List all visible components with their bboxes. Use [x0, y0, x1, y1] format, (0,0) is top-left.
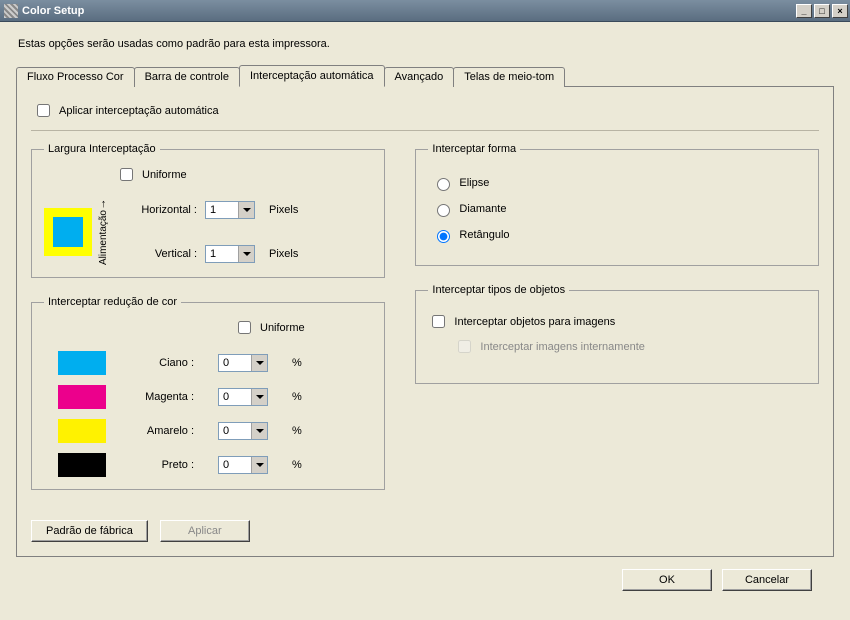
reduction-group: Interceptar redução de cor Uniforme Cian…: [31, 296, 385, 490]
tab-auto-trap[interactable]: Interceptação automática: [239, 65, 385, 87]
black-swatch: [58, 453, 106, 477]
cyan-unit: %: [292, 357, 302, 369]
right-column: Interceptar forma Elipse Diamante Retâng…: [415, 143, 819, 384]
yellow-unit: %: [292, 425, 302, 437]
trap-internal-label: Interceptar imagens internamente: [480, 341, 644, 353]
tab-panel-auto-trap: Aplicar interceptação automática Largura…: [16, 87, 834, 557]
tab-bar: Fluxo Processo Cor Barra de controle Int…: [16, 64, 834, 87]
window-title: Color Setup: [22, 5, 796, 17]
width-uniform-checkbox[interactable]: [120, 168, 133, 181]
black-label: Preto :: [130, 459, 194, 471]
tab-advanced[interactable]: Avançado: [384, 67, 455, 87]
titlebar: Color Setup _ □ ×: [0, 0, 850, 22]
apply-button[interactable]: Aplicar: [160, 520, 250, 542]
magenta-combo[interactable]: 0: [218, 388, 268, 406]
black-value: 0: [223, 459, 229, 471]
vertical-label: Vertical :: [129, 248, 197, 260]
tab-halftone[interactable]: Telas de meio-tom: [453, 67, 565, 87]
yellow-row: Amarelo : 0 %: [44, 419, 372, 443]
black-combo[interactable]: 0: [218, 456, 268, 474]
panel-button-row: Padrão de fábrica Aplicar: [31, 520, 250, 542]
shape-rectangle-label: Retângulo: [459, 229, 509, 241]
width-uniform-label: Uniforme: [142, 169, 187, 181]
yellow-value: 0: [223, 425, 229, 437]
chevron-down-icon: [238, 202, 254, 218]
ok-button[interactable]: OK: [622, 569, 712, 591]
chevron-down-icon: [251, 355, 267, 371]
dialog-content: Estas opções serão usadas como padrão pa…: [0, 22, 850, 601]
chevron-down-icon: [238, 246, 254, 262]
feed-direction-label: Alimentação: [98, 210, 109, 265]
tab-control-bar[interactable]: Barra de controle: [134, 67, 240, 87]
cyan-combo[interactable]: 0: [218, 354, 268, 372]
shape-group: Interceptar forma Elipse Diamante Retâng…: [415, 143, 819, 266]
black-row: Preto : 0 %: [44, 453, 372, 477]
magenta-value: 0: [223, 391, 229, 403]
objects-group: Interceptar tipos de objetos Interceptar…: [415, 284, 819, 384]
window-controls: _ □ ×: [796, 4, 848, 18]
feed-arrow-icon: ↑: [101, 198, 107, 210]
shape-ellipse-radio[interactable]: [437, 178, 450, 191]
close-button[interactable]: ×: [832, 4, 848, 18]
shape-diamond-radio[interactable]: [437, 204, 450, 217]
reduction-uniform-label: Uniforme: [260, 322, 305, 334]
horizontal-value: 1: [210, 204, 216, 216]
app-icon: [4, 4, 18, 18]
divider: [31, 130, 819, 131]
width-group: Largura Interceptação Uniforme: [31, 143, 385, 278]
apply-trap-label: Aplicar interceptação automática: [59, 105, 219, 117]
magenta-label: Magenta :: [130, 391, 194, 403]
yellow-label: Amarelo :: [130, 425, 194, 437]
vertical-unit: Pixels: [269, 248, 298, 260]
width-color-preview: [44, 208, 92, 256]
shape-ellipse-label: Elipse: [459, 177, 489, 189]
magenta-row: Magenta : 0 %: [44, 385, 372, 409]
shape-diamond-label: Diamante: [459, 203, 506, 215]
description-text: Estas opções serão usadas como padrão pa…: [18, 38, 834, 50]
maximize-button[interactable]: □: [814, 4, 830, 18]
left-column: Largura Interceptação Uniforme: [31, 143, 385, 490]
apply-trap-checkbox[interactable]: [37, 104, 50, 117]
horizontal-unit: Pixels: [269, 204, 298, 216]
horizontal-combo[interactable]: 1: [205, 201, 255, 219]
chevron-down-icon: [251, 389, 267, 405]
cyan-swatch: [58, 351, 106, 375]
apply-trap-row: Aplicar interceptação automática: [33, 101, 819, 120]
factory-default-button[interactable]: Padrão de fábrica: [31, 520, 148, 542]
black-unit: %: [292, 459, 302, 471]
two-column-layout: Largura Interceptação Uniforme: [31, 143, 819, 490]
dialog-footer: OK Cancelar: [16, 557, 834, 591]
reduction-uniform-checkbox[interactable]: [238, 321, 251, 334]
cyan-value: 0: [223, 357, 229, 369]
shape-group-legend: Interceptar forma: [428, 143, 520, 155]
magenta-swatch: [58, 385, 106, 409]
horizontal-label: Horizontal :: [129, 204, 197, 216]
magenta-unit: %: [292, 391, 302, 403]
trap-images-checkbox[interactable]: [432, 315, 445, 328]
shape-rectangle-radio[interactable]: [437, 230, 450, 243]
reduction-group-legend: Interceptar redução de cor: [44, 296, 181, 308]
tab-flow[interactable]: Fluxo Processo Cor: [16, 67, 135, 87]
vertical-combo[interactable]: 1: [205, 245, 255, 263]
vertical-value: 1: [210, 248, 216, 260]
trap-internal-checkbox: [458, 340, 471, 353]
cyan-row: Ciano : 0 %: [44, 351, 372, 375]
cyan-label: Ciano :: [130, 357, 194, 369]
minimize-button[interactable]: _: [796, 4, 812, 18]
width-group-legend: Largura Interceptação: [44, 143, 160, 155]
trap-images-label: Interceptar objetos para imagens: [454, 316, 615, 328]
yellow-combo[interactable]: 0: [218, 422, 268, 440]
cancel-button[interactable]: Cancelar: [722, 569, 812, 591]
yellow-swatch: [58, 419, 106, 443]
objects-group-legend: Interceptar tipos de objetos: [428, 284, 569, 296]
chevron-down-icon: [251, 457, 267, 473]
chevron-down-icon: [251, 423, 267, 439]
